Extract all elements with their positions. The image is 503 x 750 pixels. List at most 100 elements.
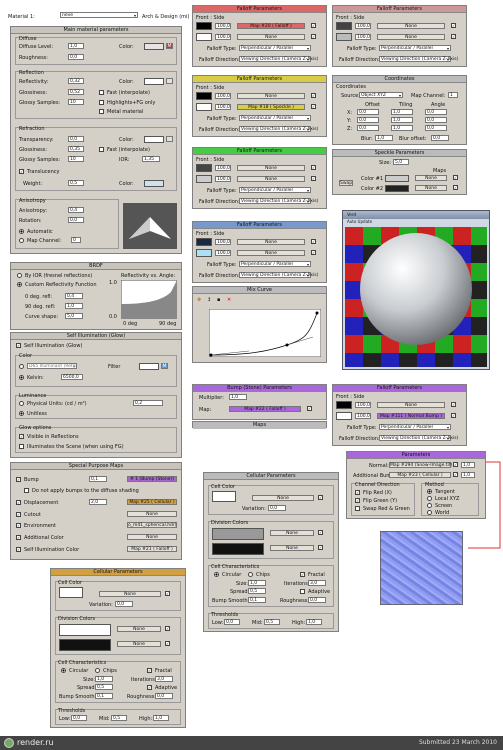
kelvin-field[interactable]: 6500,0 bbox=[61, 374, 83, 380]
cellular-2-roughness-field[interactable]: 0,0 bbox=[155, 693, 173, 699]
normal-params-header[interactable]: Parameters bbox=[347, 452, 485, 459]
environment-checkbox[interactable]: ✓ bbox=[16, 523, 21, 528]
falloff-3-amount1[interactable]: 100,0 bbox=[215, 93, 231, 99]
tiling-y-field[interactable]: 1,0 bbox=[391, 117, 413, 123]
offset-z-field[interactable]: 0,0 bbox=[357, 125, 379, 131]
cellular-2-division-color2[interactable] bbox=[59, 639, 111, 651]
flip-red-checkbox[interactable]: ✓ bbox=[355, 490, 360, 495]
anisotropy-field[interactable]: 0,4 bbox=[68, 207, 84, 213]
filter-color-swatch[interactable] bbox=[139, 363, 159, 370]
cellular-1-adaptive-checkbox[interactable] bbox=[300, 589, 305, 594]
cellular-1-division-map1-checkbox[interactable]: ✓ bbox=[318, 530, 323, 535]
cellular-2-adaptive-checkbox[interactable]: ✓ bbox=[147, 685, 152, 690]
cellular-2-mid-field[interactable]: 0,5 bbox=[111, 715, 127, 721]
falloff-5-amount1[interactable]: 100,0 bbox=[215, 239, 231, 245]
cellular-1-mid-field[interactable]: 0,5 bbox=[264, 619, 280, 625]
transparency-field[interactable]: 0,0 bbox=[68, 136, 84, 142]
custom-refl-radio[interactable] bbox=[17, 282, 22, 287]
falloff-1-header[interactable]: Falloff Parameters bbox=[193, 6, 326, 13]
physical-units-field[interactable]: 0,2 bbox=[133, 400, 163, 406]
falloff-5-color1[interactable] bbox=[196, 238, 212, 246]
falloff-3-amount2[interactable]: 100,0 bbox=[215, 104, 231, 110]
self-illum-header[interactable]: Self Illumination (Glow) bbox=[11, 333, 181, 340]
d65-dropdown[interactable]: D65 Illuminant (Refer bbox=[27, 363, 77, 369]
kelvin-radio[interactable] bbox=[19, 375, 24, 380]
footer-logo[interactable]: render.ru bbox=[17, 738, 54, 748]
delete-point-icon[interactable]: ✕ bbox=[227, 297, 231, 303]
additional-color-checkbox[interactable]: ✓ bbox=[16, 535, 21, 540]
glossiness-field[interactable]: 0,52 bbox=[68, 89, 84, 95]
cellular-2-cell-map-button[interactable]: None bbox=[99, 591, 161, 597]
cellular-2-bump-smoothing-field[interactable]: 0,1 bbox=[95, 693, 113, 699]
speckle-header[interactable]: Speckle Parameters bbox=[333, 150, 466, 157]
offset-y-field[interactable]: 0,0 bbox=[357, 117, 379, 123]
cellular-1-chips-radio[interactable] bbox=[248, 572, 253, 577]
falloff-4-dir-dropdown[interactable]: Viewing Direction (Camera Z-Axis) bbox=[239, 198, 318, 204]
falloff-6-amount1[interactable]: 100,0 bbox=[355, 402, 371, 408]
speckle-swap-button[interactable]: Swap bbox=[339, 180, 353, 186]
bump-stone-map-button[interactable]: Map #22 ( Falloff ) bbox=[229, 406, 301, 412]
falloff-6-dir-dropdown[interactable]: Viewing Direction (Camera Z-Axis) bbox=[379, 435, 458, 441]
preview-title[interactable]: Verd bbox=[343, 211, 489, 219]
cellular-2-division-map1-button[interactable]: None bbox=[117, 626, 161, 632]
source-dropdown[interactable]: Object XYZ bbox=[359, 92, 403, 98]
tangent-radio[interactable] bbox=[427, 489, 432, 494]
cellular-1-division-color1[interactable] bbox=[212, 528, 264, 540]
scale-tool-icon[interactable]: ↕ bbox=[207, 297, 211, 303]
cellular-1-variation-field[interactable]: 0,0 bbox=[268, 505, 286, 511]
refraction-samples-field[interactable]: 10 bbox=[68, 156, 84, 162]
mix-curve-header[interactable]: Mix Curve bbox=[193, 287, 326, 294]
falloff-5-type-dropdown[interactable]: Perpendicular / Parallel bbox=[239, 261, 311, 267]
translucency-color-swatch[interactable] bbox=[144, 180, 164, 187]
speckle-map2-checkbox[interactable]: ✓ bbox=[453, 185, 458, 190]
unitless-radio[interactable] bbox=[19, 411, 24, 416]
cellular-1-cell-color-swatch[interactable] bbox=[212, 491, 236, 502]
cellular-1-high-field[interactable]: 1,0 bbox=[306, 619, 322, 625]
offset-x-field[interactable]: 0,0 bbox=[357, 109, 379, 115]
special-maps-header[interactable]: Special Purpose Maps bbox=[11, 463, 181, 470]
cellular-2-size-field[interactable]: 1,0 bbox=[95, 676, 113, 682]
mix-curve-graph[interactable] bbox=[209, 309, 321, 357]
falloff-1-map1-checkbox[interactable]: ✓ bbox=[311, 23, 316, 28]
cellular-1-iterations-field[interactable]: 3,0 bbox=[308, 580, 326, 586]
falloff-2-color1[interactable] bbox=[336, 22, 352, 30]
cellular-1-low-field[interactable]: 0,0 bbox=[224, 619, 240, 625]
falloff-1-dir-dropdown[interactable]: Viewing Direction (Camera Z-Axis) bbox=[239, 56, 318, 62]
falloff-2-map1-checkbox[interactable]: ✓ bbox=[451, 23, 456, 28]
falloff-2-map1-button[interactable]: None bbox=[377, 23, 445, 29]
map-channel-radio[interactable] bbox=[19, 238, 24, 243]
deg90-field[interactable]: 1,0 bbox=[65, 303, 83, 309]
falloff-4-color2[interactable] bbox=[196, 175, 212, 183]
falloff-3-type-dropdown[interactable]: Perpendicular / Parallel bbox=[239, 115, 311, 121]
falloff-2-amount1[interactable]: 100,0 bbox=[355, 23, 371, 29]
no-diffuse-bump-checkbox[interactable] bbox=[24, 488, 29, 493]
falloff-6-map1-button[interactable]: None bbox=[377, 402, 445, 408]
cellular-2-spread-field[interactable]: 0,5 bbox=[95, 684, 113, 690]
cellular-1-division-color2[interactable] bbox=[212, 543, 264, 555]
speckle-color2-swatch[interactable] bbox=[385, 185, 409, 192]
illuminates-scene-checkbox[interactable] bbox=[19, 444, 24, 449]
blur-field[interactable]: 1,0 bbox=[375, 135, 393, 141]
brdf-header[interactable]: BRDF bbox=[11, 263, 181, 270]
speckle-map1-button[interactable]: None bbox=[415, 175, 447, 181]
highlights-fg-checkbox[interactable] bbox=[99, 100, 104, 105]
falloff-2-map2-button[interactable]: None bbox=[377, 34, 445, 40]
falloff-1-amount2[interactable]: 100,0 bbox=[215, 34, 231, 40]
falloff-4-color1[interactable] bbox=[196, 164, 212, 172]
falloff-1-map1-button[interactable]: Map #20 ( Falloff ) bbox=[237, 23, 305, 29]
bump-stone-header[interactable]: Bump (Stone) Parameters bbox=[193, 385, 326, 392]
falloff-3-map1-button[interactable]: None bbox=[237, 93, 305, 99]
cellular-1-circular-radio[interactable] bbox=[214, 572, 219, 577]
cellular-1-header[interactable]: Cellular Parameters bbox=[204, 473, 338, 480]
diffuse-color-swatch[interactable] bbox=[144, 43, 164, 50]
falloff-3-header[interactable]: Falloff Parameters bbox=[193, 76, 326, 83]
falloff-3-color1[interactable] bbox=[196, 92, 212, 100]
falloff-5-dir-dropdown[interactable]: Viewing Direction (Camera Z-Axis) bbox=[239, 272, 318, 278]
falloff-6-color1[interactable] bbox=[336, 401, 352, 409]
falloff-2-type-dropdown[interactable]: Perpendicular / Parallel bbox=[379, 45, 451, 51]
falloff-2-dir-dropdown[interactable]: Viewing Direction (Camera Z-Axis) bbox=[379, 56, 458, 62]
cellular-1-division-map2-button[interactable]: None bbox=[270, 545, 314, 551]
cellular-2-circular-radio[interactable] bbox=[61, 668, 66, 673]
falloff-4-map1-checkbox[interactable]: ✓ bbox=[311, 165, 316, 170]
falloff-5-map1-checkbox[interactable]: ✓ bbox=[311, 239, 316, 244]
